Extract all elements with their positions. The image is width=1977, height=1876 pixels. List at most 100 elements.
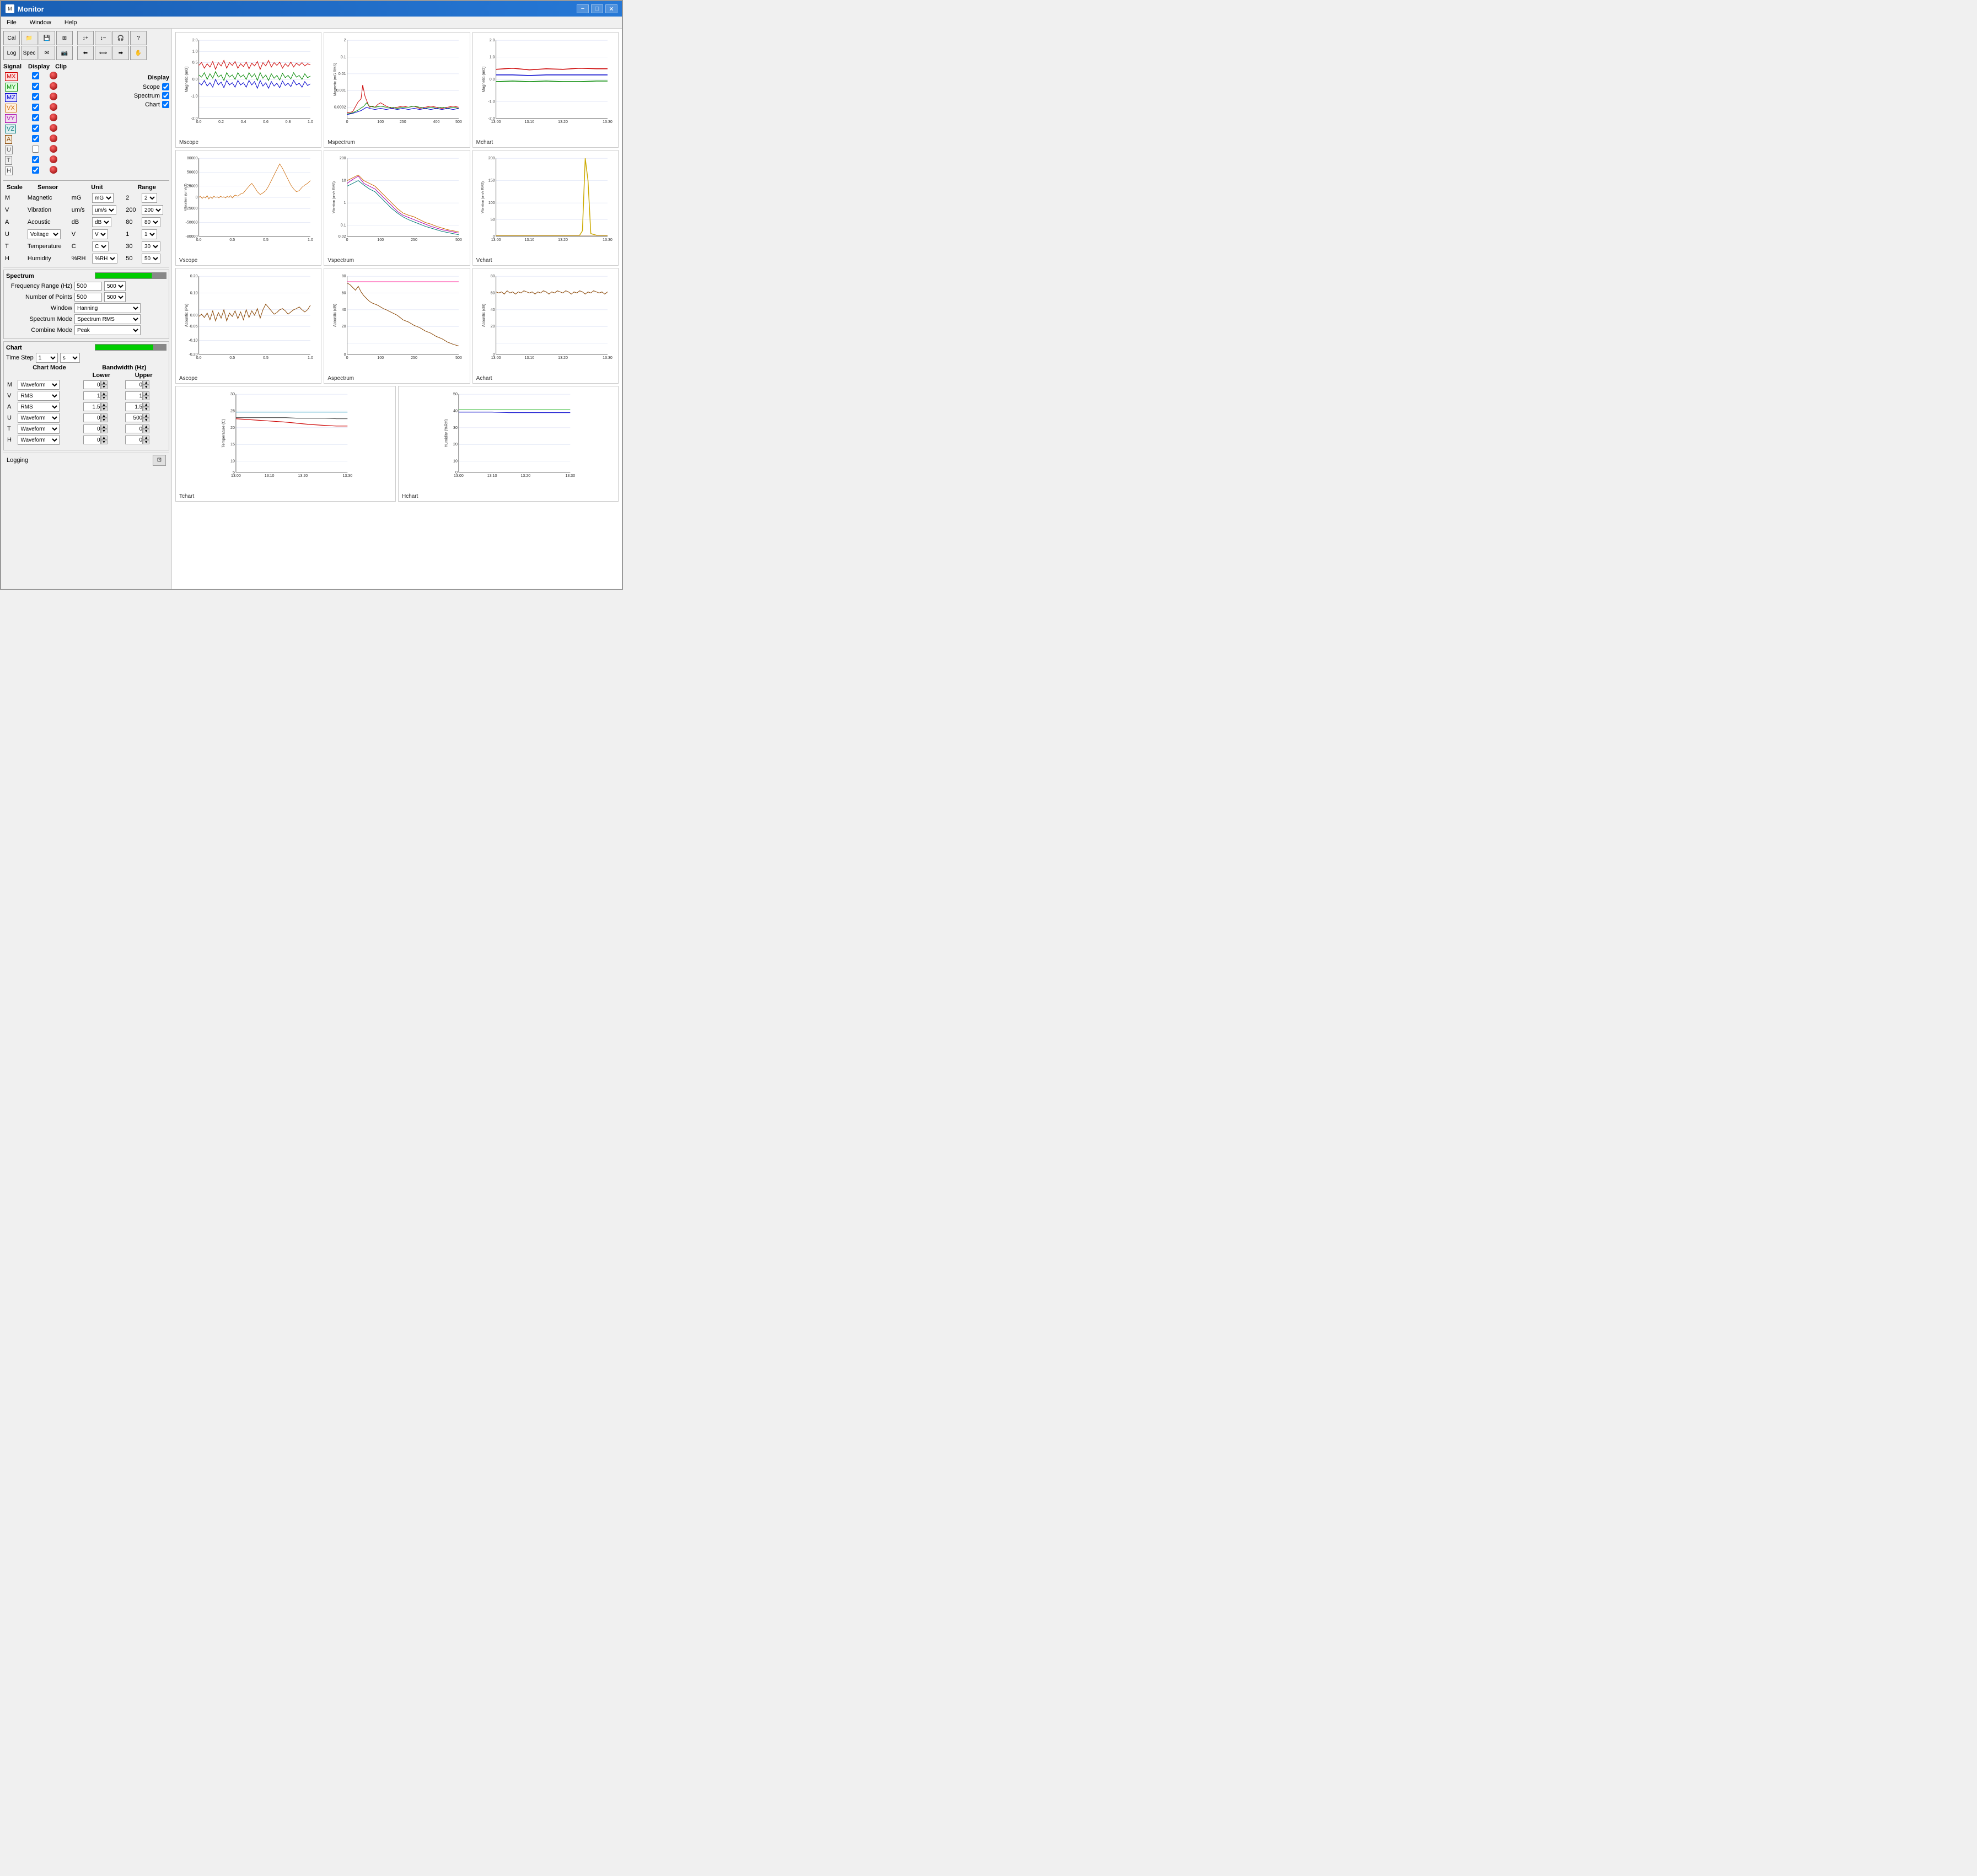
cm-lower-v[interactable] [83, 391, 101, 400]
spectrum-mode-select[interactable]: Spectrum RMS [74, 314, 141, 324]
close-button[interactable]: ✕ [605, 4, 617, 13]
cm-lower-h-dn[interactable]: ▼ [101, 440, 108, 444]
help-button[interactable]: ? [130, 31, 147, 45]
scale-sensor-table: Scale Sensor Unit Range M Magnetic mG mG… [3, 183, 169, 265]
cm-lower-t[interactable] [83, 424, 101, 433]
cm-lower-a[interactable] [83, 402, 101, 411]
scale-down-button[interactable]: ↕− [95, 31, 111, 45]
scope-checkbox[interactable] [162, 83, 169, 90]
cm-mode-a[interactable]: RMS [18, 402, 60, 412]
vy-display-checkbox[interactable] [32, 114, 39, 121]
cm-lower-h-up[interactable]: ▲ [101, 436, 108, 440]
cm-lower-u[interactable] [83, 413, 101, 422]
headphone-button[interactable]: 🎧 [112, 31, 129, 45]
scale-up-button[interactable]: ↕+ [77, 31, 94, 45]
cm-lower-a-dn[interactable]: ▼ [101, 407, 108, 411]
vz-display-checkbox[interactable] [32, 125, 39, 132]
my-display-checkbox[interactable] [32, 83, 39, 90]
cm-upper-h-up[interactable]: ▲ [143, 436, 149, 440]
t-display-checkbox[interactable] [32, 156, 39, 163]
range-v-select[interactable]: 200 [142, 205, 163, 215]
cm-upper-v[interactable] [125, 391, 143, 400]
maximize-button[interactable]: □ [591, 4, 603, 13]
mail-button[interactable]: ✉ [39, 46, 55, 60]
mz-display-checkbox[interactable] [32, 93, 39, 100]
range-a-select[interactable]: 80 [142, 217, 160, 227]
vx-display-checkbox[interactable] [32, 104, 39, 111]
save-button[interactable]: 💾 [39, 31, 55, 45]
cm-lower-t-up[interactable]: ▲ [101, 424, 108, 429]
range-m-select[interactable]: 2 [142, 193, 157, 203]
cm-lower-m[interactable] [83, 380, 101, 389]
cm-upper-v-up[interactable]: ▲ [143, 391, 149, 396]
cm-mode-u[interactable]: Waveform [18, 413, 60, 423]
cm-upper-t-up[interactable]: ▲ [143, 424, 149, 429]
cm-upper-m[interactable] [125, 380, 143, 389]
menu-file[interactable]: File [3, 18, 20, 27]
cm-lower-m-dn[interactable]: ▼ [101, 385, 108, 389]
cm-mode-m[interactable]: Waveform [18, 380, 60, 390]
camera-button[interactable]: 📷 [56, 46, 73, 60]
range-t-select[interactable]: 30 [142, 241, 160, 251]
combine-mode-select[interactable]: Peak [74, 325, 141, 335]
cm-lower-v-dn[interactable]: ▼ [101, 396, 108, 400]
cm-mode-t[interactable]: Waveform [18, 424, 60, 434]
log-button[interactable]: Log [3, 46, 20, 60]
window-select[interactable]: Hanning [74, 303, 141, 313]
nav-right-button[interactable]: ➡ [112, 46, 129, 60]
unit-u-select[interactable]: V [92, 229, 108, 239]
num-points-select[interactable]: 500 [104, 292, 126, 302]
sensor-u-select[interactable]: Voltage [28, 229, 61, 239]
time-step-unit-select[interactable]: s [60, 353, 80, 363]
cm-lower-u-dn[interactable]: ▼ [101, 418, 108, 422]
cm-upper-t[interactable] [125, 424, 143, 433]
cm-upper-m-up[interactable]: ▲ [143, 380, 149, 385]
cm-upper-u-dn[interactable]: ▼ [143, 418, 149, 422]
cm-mode-v[interactable]: RMS [18, 391, 60, 401]
nav-both-button[interactable]: ⟺ [95, 46, 111, 60]
h-display-checkbox[interactable] [32, 166, 39, 174]
mx-display-checkbox[interactable] [32, 72, 39, 79]
cm-upper-t-dn[interactable]: ▼ [143, 429, 149, 433]
unit-t-select[interactable]: C [92, 241, 109, 251]
range-u-select[interactable]: 1 [142, 229, 157, 239]
pan-button[interactable]: ✋ [130, 46, 147, 60]
unit-v-select[interactable]: um/s [92, 205, 116, 215]
unit-m-select[interactable]: mG [92, 193, 114, 203]
u-display-checkbox[interactable] [32, 146, 39, 153]
cm-upper-u[interactable] [125, 413, 143, 422]
cm-upper-a-up[interactable]: ▲ [143, 402, 149, 407]
cm-upper-u-up[interactable]: ▲ [143, 413, 149, 418]
a-display-checkbox[interactable] [32, 135, 39, 142]
cm-lower-a-up[interactable]: ▲ [101, 402, 108, 407]
nav-left-button[interactable]: ⬅ [77, 46, 94, 60]
cm-upper-v-dn[interactable]: ▼ [143, 396, 149, 400]
connect-button[interactable]: ⊞ [56, 31, 73, 45]
cm-lower-m-up[interactable]: ▲ [101, 380, 108, 385]
cm-lower-h[interactable] [83, 436, 101, 444]
open-button[interactable]: 📁 [21, 31, 37, 45]
unit-a-select[interactable]: dB [92, 217, 111, 227]
cm-upper-m-dn[interactable]: ▼ [143, 385, 149, 389]
menu-help[interactable]: Help [61, 18, 80, 27]
time-step-value-select[interactable]: 1 [36, 353, 58, 363]
cm-lower-u-up[interactable]: ▲ [101, 413, 108, 418]
menu-window[interactable]: Window [26, 18, 55, 27]
cm-upper-h[interactable] [125, 436, 143, 444]
spec-button[interactable]: Spec [21, 46, 37, 60]
cm-mode-h[interactable]: Waveform [18, 435, 60, 445]
minimize-button[interactable]: − [577, 4, 589, 13]
cm-upper-a[interactable] [125, 402, 143, 411]
range-h-select[interactable]: 50 [142, 254, 160, 264]
cm-upper-h-dn[interactable]: ▼ [143, 440, 149, 444]
cm-upper-a-dn[interactable]: ▼ [143, 407, 149, 411]
freq-range-select[interactable]: 500 [104, 281, 126, 291]
spectrum-checkbox[interactable] [162, 92, 169, 99]
cm-lower-t-dn[interactable]: ▼ [101, 429, 108, 433]
combine-mode-label: Combine Mode [6, 327, 72, 334]
logging-button[interactable]: ⊡ [153, 455, 166, 466]
chart-checkbox[interactable] [162, 101, 169, 108]
cal-button[interactable]: Cal [3, 31, 20, 45]
cm-lower-v-up[interactable]: ▲ [101, 391, 108, 396]
unit-h-select[interactable]: %RH [92, 254, 117, 264]
